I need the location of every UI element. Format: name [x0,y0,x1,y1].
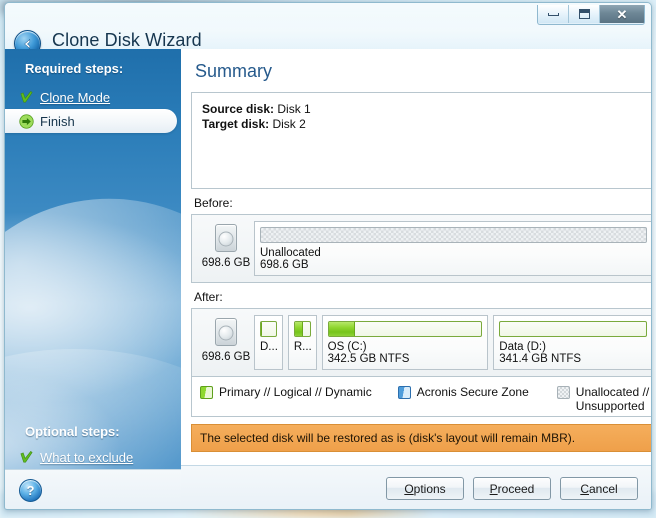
legend-item-secure-zone: Acronis Secure Zone [397,385,529,399]
partition-size: 342.5 GB NTFS [327,353,410,365]
help-icon[interactable]: ? [19,479,42,502]
options-button[interactable]: Options [386,477,464,500]
legend-swatch-checkered-icon [556,386,570,399]
cancel-accel: C [580,481,589,496]
cancel-label-rest: ancel [588,481,618,496]
required-steps-list: Clone Mode Finish [5,85,181,133]
source-disk-label: Source disk: [202,102,275,116]
after-section-label: After: [194,290,223,304]
before-partition-list: Unallocated 698.6 GB [254,221,651,276]
disk-icon [215,318,237,346]
partition-used-fill [261,322,262,336]
legend-item-primary: Primary // Logical // Dynamic [200,385,372,399]
options-label-rest: ptions [413,481,446,496]
sidebar-item-label: Finish [40,113,75,129]
target-disk-line: Target disk: Disk 2 [202,117,649,132]
partition-name: R... [293,341,311,353]
minimize-icon[interactable] [538,5,569,23]
sidebar-item-label: What to exclude [40,449,134,465]
help-bar: ? [5,469,181,509]
green-check-icon [20,450,33,462]
window-controls: ✕ [537,5,645,25]
legend-label: Unallocated // [575,385,650,399]
before-section-label: Before: [194,196,233,210]
wizard-sidebar: Required steps: Clone Mode Finish Option… [5,49,181,509]
page-title: Summary [195,61,273,81]
partition-usage-bar [260,227,648,243]
close-glyph: ✕ [616,6,628,22]
close-icon[interactable]: ✕ [600,5,644,23]
partition-cell[interactable]: Data (D:) 341.4 GB NTFS [493,315,651,370]
optional-steps-block: Optional steps: What to exclude [5,424,181,469]
partition-usage-bar [327,321,483,337]
disk-info-panel: Source disk: Disk 1 Target disk: Disk 2 [191,92,651,189]
proceed-accel: P [489,481,498,496]
title-bar: Clone Disk Wizard ✕ [5,3,651,57]
sidebar-item-clone-mode[interactable]: Clone Mode [5,85,181,109]
sidebar-item-label: Clone Mode [40,89,111,105]
green-check-icon [20,90,33,102]
partition-name: Unallocated [260,247,321,259]
sidebar-item-finish[interactable]: Finish [5,109,177,133]
legend-label-wrap: Unallocated // Unsupported [576,385,649,413]
partition-cell[interactable]: D... [254,315,283,370]
target-disk-value: Disk 2 [272,117,306,131]
window-body: Required steps: Clone Mode Finish Option… [5,49,651,509]
before-disk-size: 698.6 GB [201,257,251,269]
partition-size: 341.4 GB NTFS [499,353,582,365]
partition-usage-bar [499,321,648,337]
partition-usage-bar [260,321,277,337]
before-disk-header: 698.6 GB [198,221,254,276]
legend-label-line2: Unsupported [575,399,645,413]
partition-used-fill [294,322,303,336]
partition-cell[interactable]: OS (C:) 342.5 GB NTFS [321,315,489,370]
cancel-button[interactable]: Cancel [560,477,638,500]
disk-icon [215,224,237,252]
target-disk-label: Target disk: [202,117,270,131]
partition-name: OS (C:) [327,341,367,353]
before-disk-map: 698.6 GB Unallocated 698.6 GB [191,214,651,283]
proceed-label-rest: roceed [497,481,535,496]
window-title: Clone Disk Wizard [52,30,202,50]
after-disk-map: 698.6 GB D... R... OS (C:) 342.5 GB NTFS Dat… [191,308,651,377]
footer-button-bar: Options Proceed Cancel [181,465,651,509]
partition-name: D... [260,341,277,353]
after-disk-header: 698.6 GB [198,315,254,370]
source-disk-value: Disk 1 [277,102,311,116]
restore-icon[interactable] [569,5,600,23]
legend-swatch-green-icon [200,386,213,399]
proceed-button[interactable]: Proceed [473,477,551,500]
partition-cell[interactable]: R... [287,315,317,370]
options-accel: O [404,481,414,496]
optional-steps-heading: Optional steps: [25,424,120,439]
after-disk-size: 698.6 GB [201,351,251,363]
source-disk-line: Source disk: Disk 1 [202,102,649,117]
legend-item-unallocated: Unallocated // Unsupported [556,385,649,413]
partition-usage-bar [293,321,311,337]
partition-legend: Primary // Logical // Dynamic Acronis Se… [191,377,651,417]
partition-used-fill [328,322,355,336]
warning-banner: The selected disk will be restored as is… [191,424,651,452]
legend-label: Primary // Logical // Dynamic [219,385,372,399]
after-partition-list: D... R... OS (C:) 342.5 GB NTFS Data (D:) 341… [254,315,651,370]
sidebar-item-what-to-exclude[interactable]: What to exclude [5,445,181,469]
legend-label: Acronis Secure Zone [416,385,529,399]
green-arrow-icon [19,113,34,129]
clone-disk-wizard-window: Clone Disk Wizard ✕ Required steps: Clon… [4,2,652,510]
partition-name: Data (D:) [499,341,546,353]
main-panel: Summary Source disk: Disk 1 Target disk:… [181,49,651,509]
partition-size: 698.6 GB [260,259,309,271]
legend-swatch-blue-icon [397,386,411,399]
partition-cell[interactable]: Unallocated 698.6 GB [254,221,651,276]
required-steps-heading: Required steps: [25,61,124,76]
